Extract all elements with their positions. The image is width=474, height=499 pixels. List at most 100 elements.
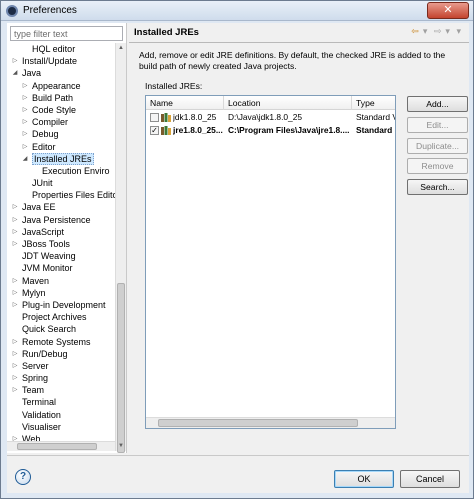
jre-library-icon — [161, 113, 171, 122]
tree-item[interactable]: ▷ Maven — [7, 275, 115, 287]
tree-item[interactable]: Visualiser — [7, 421, 115, 433]
tree-item[interactable]: ◢ Java — [7, 67, 115, 79]
duplicate-button[interactable]: Duplicate... — [407, 138, 468, 154]
collapsed-triangle-icon[interactable]: ▷ — [11, 287, 19, 299]
expanded-triangle-icon[interactable]: ◢ — [11, 67, 19, 79]
remove-button[interactable]: Remove — [407, 158, 468, 174]
tree-item[interactable]: ▷ Editor — [7, 141, 115, 153]
forward-menu-icon[interactable]: ▾ — [445, 26, 450, 36]
tree-horizontal-scrollbar[interactable] — [7, 441, 115, 451]
tree-item[interactable]: ▷ Appearance — [7, 80, 115, 92]
tree-item-label: Properties Files Edito — [32, 190, 115, 201]
table-hscroll-thumb[interactable] — [158, 419, 358, 427]
back-arrow-icon[interactable]: ⇦ — [411, 26, 419, 36]
tree-item-label: Project Archives — [22, 312, 87, 323]
collapsed-triangle-icon[interactable]: ▷ — [21, 128, 29, 140]
collapsed-triangle-icon[interactable]: ▷ — [11, 55, 19, 67]
jre-library-icon — [161, 126, 171, 135]
search-button[interactable]: Search... — [407, 179, 468, 195]
collapsed-triangle-icon[interactable]: ▷ — [21, 141, 29, 153]
tree-item[interactable]: ▷ Build Path — [7, 92, 115, 104]
preference-page: Installed JREs ⇦ ▾ ⇨ ▾ ▾ Add, remove or ed… — [129, 23, 469, 453]
dialog-body: HQL editor▷Install/Update◢Java▷Appearanc… — [7, 23, 469, 493]
window-title: Preferences — [23, 5, 77, 16]
jre-checkbox-checked[interactable]: ✓ — [150, 126, 159, 135]
tree-scroll-thumb[interactable] — [117, 283, 125, 453]
tree-vertical-scrollbar[interactable]: ▲ ▼ — [115, 43, 126, 453]
tree-item[interactable]: ▷ Server — [7, 360, 115, 372]
tree-item[interactable]: ▷ Spring — [7, 372, 115, 384]
tree-item[interactable]: Validation — [7, 409, 115, 421]
jre-checkbox[interactable] — [150, 113, 159, 122]
collapsed-triangle-icon[interactable]: ▷ — [21, 104, 29, 116]
collapsed-triangle-icon[interactable]: ▷ — [21, 80, 29, 92]
table-horizontal-scrollbar[interactable] — [146, 417, 395, 428]
tree-item-label: JUnit — [32, 178, 53, 189]
tree-hscroll-thumb[interactable] — [17, 443, 97, 450]
edit-button[interactable]: Edit... — [407, 117, 468, 133]
table-header: Name Location Type — [146, 96, 395, 110]
tree-item[interactable]: ▷ Run/Debug — [7, 348, 115, 360]
ok-button[interactable]: OK — [334, 470, 394, 488]
collapsed-triangle-icon[interactable]: ▷ — [11, 299, 19, 311]
tree-item[interactable]: ▷ Code Style — [7, 104, 115, 116]
collapsed-triangle-icon[interactable]: ▷ — [11, 336, 19, 348]
filter-input[interactable] — [10, 26, 123, 41]
collapsed-triangle-icon[interactable]: ▷ — [11, 384, 19, 396]
title-bar[interactable]: Preferences ✕ — [1, 1, 473, 21]
tree-item[interactable]: JVM Monitor — [7, 262, 115, 274]
forward-arrow-icon[interactable]: ⇨ — [434, 26, 442, 36]
scroll-down-icon[interactable]: ▼ — [116, 441, 126, 451]
close-button[interactable]: ✕ — [427, 2, 469, 19]
tree-item[interactable]: ◢ Installed JREs — [7, 152, 115, 165]
tree-item[interactable]: ▷ Java Persistence — [7, 214, 115, 226]
collapsed-triangle-icon[interactable]: ▷ — [21, 92, 29, 104]
collapsed-triangle-icon[interactable]: ▷ — [11, 348, 19, 360]
jre-type: Standard V — [356, 112, 395, 122]
collapsed-triangle-icon[interactable]: ▷ — [21, 116, 29, 128]
cancel-button[interactable]: Cancel — [400, 470, 460, 488]
collapsed-triangle-icon[interactable]: ▷ — [11, 226, 19, 238]
table-row[interactable]: ✓ jre1.8.0_25... C:\Program Files\Java\j… — [146, 124, 395, 137]
collapsed-triangle-icon[interactable]: ▷ — [11, 238, 19, 250]
collapsed-triangle-icon[interactable]: ▷ — [11, 201, 19, 213]
tree-item[interactable]: Execution Enviro — [7, 165, 115, 177]
page-navigation: ⇦ ▾ ⇨ ▾ ▾ — [407, 26, 461, 37]
table-row[interactable]: jdk1.8.0_25 D:\Java\jdk1.8.0_25 Standard… — [146, 111, 395, 124]
tree-item[interactable]: ▷ Debug — [7, 128, 115, 140]
column-header-location[interactable]: Location — [224, 96, 352, 110]
tree-item[interactable]: ▷ Plug-in Development — [7, 299, 115, 311]
tree-item[interactable]: JUnit — [7, 177, 115, 189]
tree-item[interactable]: ▷ Java EE — [7, 201, 115, 213]
collapsed-triangle-icon[interactable]: ▷ — [11, 372, 19, 384]
back-menu-icon[interactable]: ▾ — [423, 26, 428, 36]
tree-item[interactable]: ▷ Remote Systems — [7, 336, 115, 348]
tree-item[interactable]: ▷ JBoss Tools — [7, 238, 115, 250]
tree-item[interactable]: ▷ Team — [7, 384, 115, 396]
tree-item[interactable]: ▷ Compiler — [7, 116, 115, 128]
collapsed-triangle-icon[interactable]: ▷ — [11, 360, 19, 372]
scroll-up-icon[interactable]: ▲ — [116, 43, 126, 53]
tree-item-label: Installed JREs — [32, 152, 94, 165]
add-button[interactable]: Add... — [407, 96, 468, 112]
collapsed-triangle-icon[interactable]: ▷ — [11, 214, 19, 226]
tree-item[interactable]: ▷ Mylyn — [7, 287, 115, 299]
tree-item[interactable]: ▷ Install/Update — [7, 55, 115, 67]
tree-item[interactable]: Project Archives — [7, 311, 115, 323]
tree-item[interactable]: JDT Weaving — [7, 250, 115, 262]
column-header-type[interactable]: Type — [352, 96, 395, 110]
tree-item[interactable]: ▷ JavaScript — [7, 226, 115, 238]
help-icon[interactable]: ? — [15, 469, 31, 485]
expanded-triangle-icon[interactable]: ◢ — [21, 153, 29, 165]
tree-item[interactable]: Quick Search — [7, 323, 115, 335]
tree-item-label: Debug — [32, 129, 59, 140]
tree-item[interactable]: Terminal — [7, 396, 115, 408]
tree-item[interactable]: HQL editor — [7, 43, 115, 55]
collapsed-triangle-icon[interactable]: ▷ — [11, 275, 19, 287]
view-menu-icon[interactable]: ▾ — [456, 26, 461, 36]
tree-item-label: Validation — [22, 409, 61, 420]
tree-item[interactable]: Properties Files Edito — [7, 189, 115, 201]
column-header-name[interactable]: Name — [146, 96, 224, 110]
tree-item-label: Run/Debug — [22, 348, 68, 359]
tree-item-label: JDT Weaving — [22, 251, 76, 262]
